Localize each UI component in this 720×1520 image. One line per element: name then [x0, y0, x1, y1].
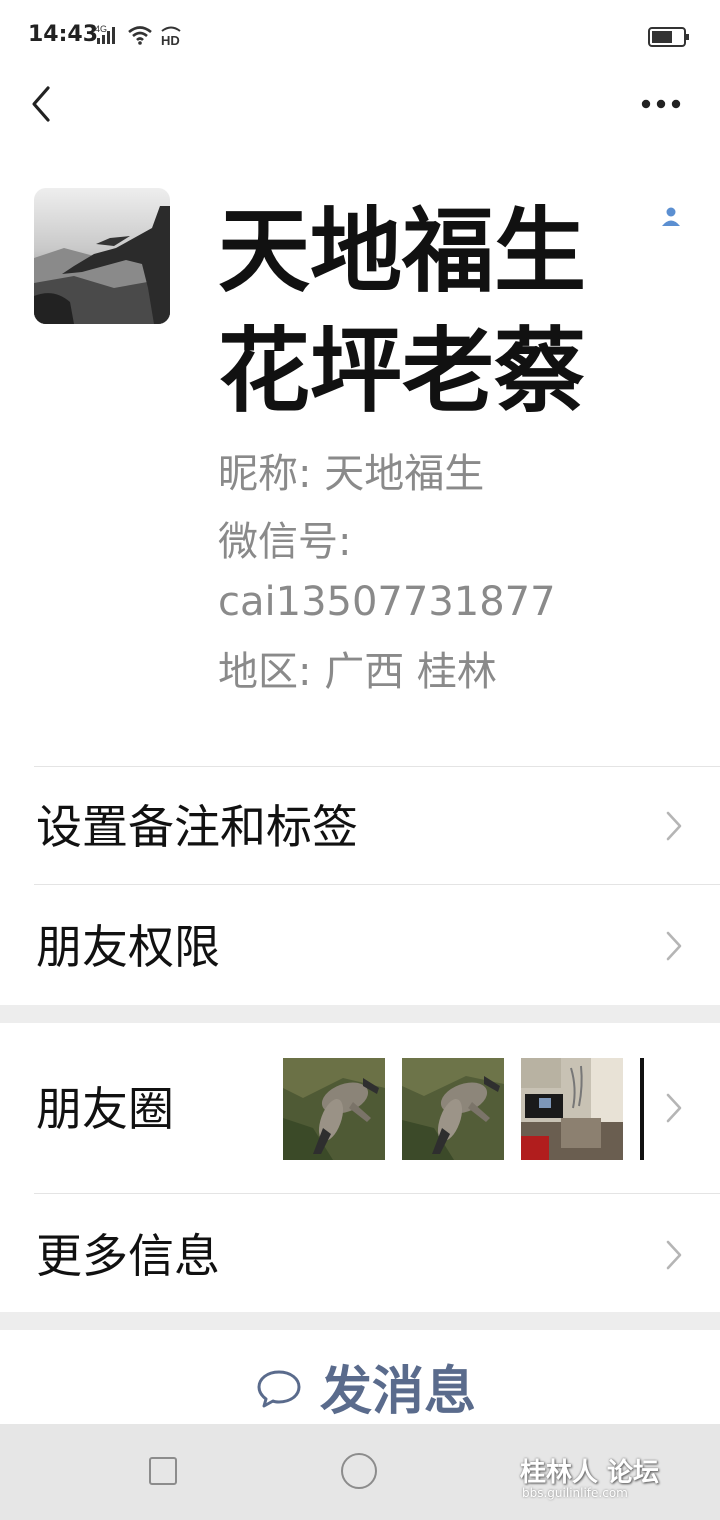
- cellular-signal-icon: 4G: [95, 24, 121, 46]
- region-text: 地区: 广西 桂林: [218, 649, 497, 695]
- moments-thumbnails[interactable]: [283, 1058, 644, 1160]
- section-gap: [0, 1005, 720, 1023]
- hd-call-icon: HD: [159, 24, 185, 46]
- avatar[interactable]: [34, 188, 170, 324]
- contact-profile-screen: 14:43 4G HD 天地福生花坪老蔡 昵称: 天地福生 微信号: cai13…: [0, 0, 720, 1520]
- svg-text:HD: HD: [161, 33, 180, 46]
- chevron-right-icon: [666, 931, 682, 961]
- chat-bubble-icon: [256, 1368, 302, 1410]
- moments-label: 朋友圈: [36, 1082, 174, 1136]
- moments-thumbnail[interactable]: [402, 1058, 504, 1160]
- status-time: 14:43: [28, 22, 99, 47]
- more-info-row[interactable]: 更多信息: [0, 1194, 720, 1312]
- moments-thumbnail[interactable]: [521, 1058, 623, 1160]
- back-arrow-icon: [32, 86, 50, 122]
- moments-thumbnail[interactable]: [283, 1058, 385, 1160]
- chevron-right-icon: [666, 1093, 682, 1123]
- status-bar: 14:43 4G HD: [0, 0, 720, 72]
- friend-permissions-row[interactable]: 朋友权限: [0, 885, 720, 1005]
- more-info-label: 更多信息: [36, 1229, 220, 1283]
- moments-thumbnail-partial: [640, 1058, 644, 1160]
- home-button[interactable]: [341, 1453, 377, 1489]
- more-dots-icon: [641, 99, 681, 109]
- wechat-id-label: 微信号:: [218, 519, 352, 565]
- recent-apps-button[interactable]: [149, 1457, 177, 1485]
- section-gap: [0, 1312, 720, 1330]
- remark-tags-row[interactable]: 设置备注和标签: [0, 767, 720, 885]
- send-message-label[interactable]: 发消息: [320, 1358, 476, 1426]
- wechat-id-value: cai13507731877: [218, 579, 556, 625]
- svg-text:4G: 4G: [95, 24, 107, 34]
- nickname-text: 昵称: 天地福生: [218, 451, 485, 497]
- chevron-right-icon: [666, 1240, 682, 1270]
- contact-display-name: 天地福生花坪老蔡: [218, 198, 587, 425]
- remark-tags-label: 设置备注和标签: [36, 800, 358, 854]
- watermark-url: bbs.guilinlife.com: [522, 1486, 628, 1500]
- more-options-button[interactable]: [636, 86, 686, 120]
- friend-permissions-label: 朋友权限: [36, 920, 220, 974]
- watermark-text: 桂林人 论坛: [520, 1458, 660, 1488]
- chevron-right-icon: [666, 811, 682, 841]
- wifi-icon: [127, 24, 153, 46]
- contact-person-icon: [660, 206, 682, 228]
- status-icons: 4G HD: [95, 24, 185, 46]
- back-button[interactable]: [26, 84, 62, 124]
- battery-icon: [648, 26, 690, 52]
